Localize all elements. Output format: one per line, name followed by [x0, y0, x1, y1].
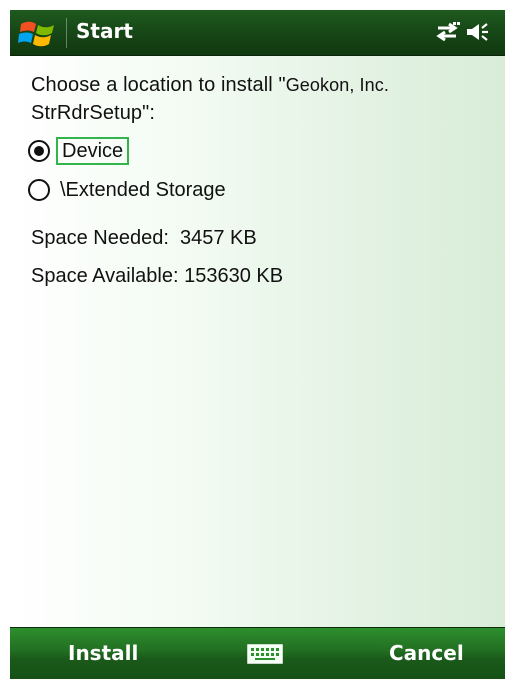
prompt-line-2: StrRdrSetup": — [31, 102, 156, 124]
title-divider — [66, 18, 67, 48]
extended-storage-option-label[interactable]: \Extended Storage — [56, 176, 230, 204]
start-label[interactable]: Start — [76, 19, 133, 43]
prompt-lead: Choose a location to install " — [31, 74, 286, 96]
radio-selected-icon[interactable] — [28, 140, 50, 162]
radio-unselected-icon[interactable] — [28, 179, 50, 201]
install-content: Choose a location to install "Geokon, In… — [10, 56, 505, 627]
device-option-label[interactable]: Device — [56, 137, 130, 165]
keyboard-icon[interactable] — [245, 642, 285, 666]
extended-storage-option[interactable]: \Extended Storage — [28, 174, 230, 206]
prompt-app-name: Geokon, Inc. — [285, 75, 389, 95]
install-button[interactable]: Install — [68, 641, 138, 665]
device-option[interactable]: Device — [28, 135, 130, 167]
windows-logo-icon[interactable] — [18, 16, 58, 50]
cancel-button[interactable]: Cancel — [389, 641, 464, 665]
install-prompt: Choose a location to install "Geokon, In… — [31, 71, 491, 127]
space-available-text: Space Available: 153630 KB — [31, 265, 284, 287]
device-screen: Start Choose a location to install "Geok… — [10, 10, 505, 679]
title-bar: Start — [10, 10, 505, 56]
softkey-bar: Install Cancel — [10, 627, 505, 679]
connectivity-icon[interactable] — [433, 20, 461, 44]
space-needed-text: Space Needed: 3457 KB — [31, 227, 257, 249]
speaker-icon[interactable] — [464, 20, 492, 44]
